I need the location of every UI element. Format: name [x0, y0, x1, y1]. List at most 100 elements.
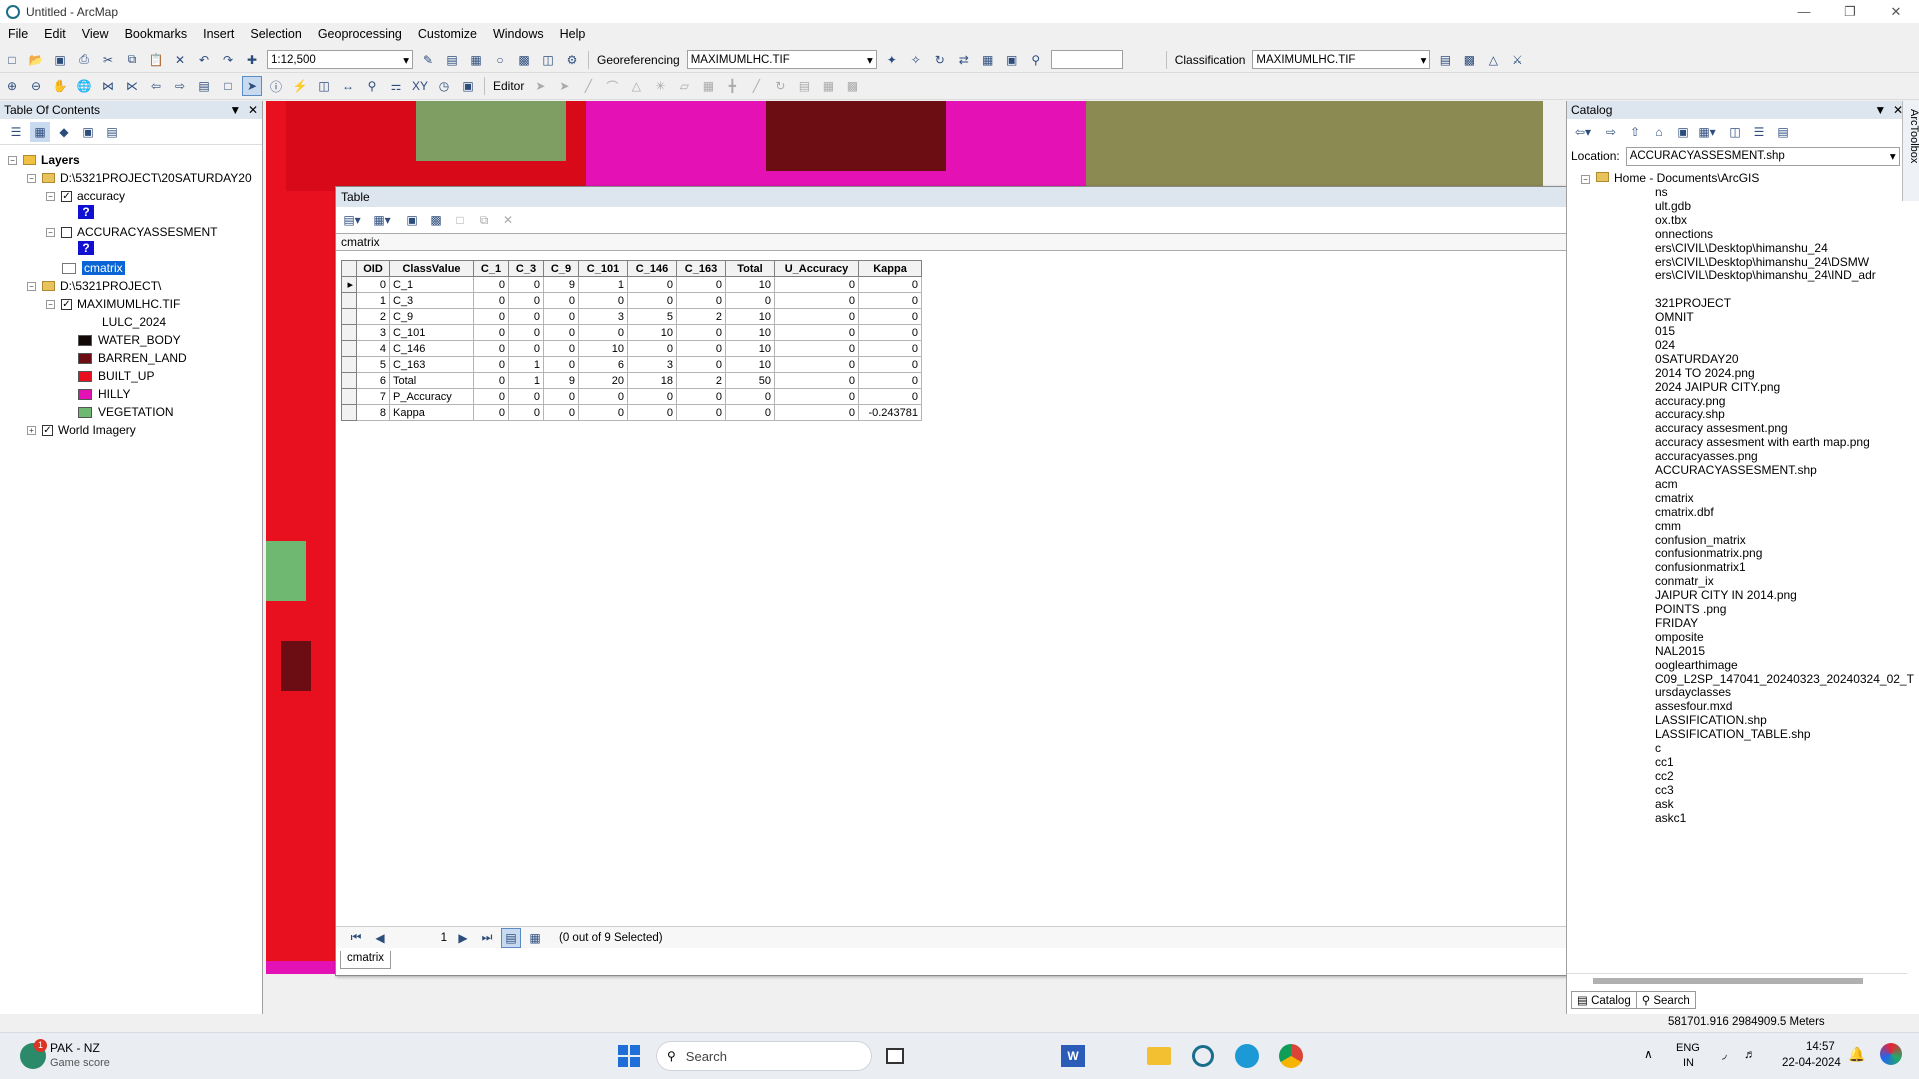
- table-row[interactable]: 7 P_Accuracy 0 0 0 0 0 0 0 0 0: [341, 388, 922, 405]
- delete-icon[interactable]: ✕: [170, 50, 190, 70]
- table-cell[interactable]: 1: [578, 276, 628, 293]
- table-cell[interactable]: C_9: [389, 308, 474, 325]
- table-cell[interactable]: 20: [578, 372, 628, 389]
- table-cell[interactable]: 10: [725, 340, 775, 357]
- options-icon[interactable]: ▤: [1773, 122, 1793, 142]
- table-cell[interactable]: C_3: [389, 292, 474, 309]
- table-cell[interactable]: 0: [508, 324, 544, 341]
- notification-bell-icon[interactable]: 🔔: [1848, 1046, 1865, 1063]
- catalog-item[interactable]: assesfour.mxd: [1655, 699, 1732, 713]
- menu-selection[interactable]: Selection: [242, 27, 309, 41]
- table-cmatrix[interactable]: cmatrix: [62, 261, 125, 275]
- new-icon[interactable]: □: [2, 50, 22, 70]
- catalog-item[interactable]: ox.tbx: [1655, 213, 1687, 227]
- table-cell[interactable]: 0: [543, 388, 579, 405]
- table-cell[interactable]: 0: [858, 276, 922, 293]
- list-by-source-icon[interactable]: ▦: [30, 121, 50, 142]
- visibility-checkbox[interactable]: ✓: [42, 424, 53, 436]
- table-cell[interactable]: 0: [356, 276, 390, 293]
- menu-edit[interactable]: Edit: [36, 27, 74, 41]
- menu-help[interactable]: Help: [552, 27, 594, 41]
- task-view-icon[interactable]: [880, 1041, 910, 1071]
- table-cell[interactable]: 0: [858, 292, 922, 309]
- volume-icon[interactable]: ♬: [1744, 1047, 1756, 1061]
- catalog-item[interactable]: acm: [1655, 477, 1678, 491]
- catalog-item[interactable]: ers\CIVIL\Desktop\himanshu_24: [1655, 241, 1828, 255]
- zoom-link-icon[interactable]: ⚲: [1026, 50, 1046, 70]
- catalog-item[interactable]: 2014 TO 2024.png: [1655, 366, 1755, 380]
- table-cell[interactable]: 0: [473, 308, 509, 325]
- new-folder-icon[interactable]: ◫: [1725, 122, 1745, 142]
- catalog-item[interactable]: ACCURACYASSESMENT.shp: [1655, 463, 1817, 477]
- pan-icon[interactable]: ✋: [50, 76, 70, 96]
- viewer-icon[interactable]: ▣: [1002, 50, 1022, 70]
- table-cell[interactable]: 0: [725, 292, 775, 309]
- back-extent-icon[interactable]: ⇦: [146, 76, 166, 96]
- table-cell[interactable]: 0: [473, 292, 509, 309]
- html-popup-icon[interactable]: ◫: [314, 76, 334, 96]
- table-bottom-tab[interactable]: cmatrix: [340, 951, 392, 969]
- find-route-icon[interactable]: ⚎: [386, 76, 406, 96]
- table-cell[interactable]: 0: [473, 340, 509, 357]
- tab-catalog[interactable]: ▤ Catalog: [1571, 991, 1637, 1009]
- catalog-item[interactable]: ask: [1655, 797, 1674, 811]
- hyperlink-icon[interactable]: ⚡: [290, 76, 310, 96]
- table-row[interactable]: 2 C_9 0 0 0 3 5 2 10 0 0: [341, 308, 922, 325]
- table-cell[interactable]: 0: [627, 276, 677, 293]
- table-cell[interactable]: 0: [676, 276, 726, 293]
- visibility-checkbox[interactable]: ✓: [61, 190, 72, 202]
- catalog-item[interactable]: JAIPUR CITY IN 2014.png: [1655, 588, 1797, 602]
- table-cell[interactable]: 0: [774, 388, 859, 405]
- table-cell[interactable]: 0: [578, 388, 628, 405]
- shift-icon[interactable]: ⇄: [954, 50, 974, 70]
- zoom-in-icon[interactable]: ⊕: [2, 76, 22, 96]
- collapse-icon[interactable]: −: [1581, 175, 1590, 184]
- fixed-zoom-in-icon[interactable]: ⋈: [98, 76, 118, 96]
- edit-vertices-icon[interactable]: ▱: [674, 76, 694, 96]
- table-cell[interactable]: 7: [356, 388, 390, 405]
- redo-icon[interactable]: ↷: [218, 50, 238, 70]
- classification-menu[interactable]: Classification: [1175, 53, 1246, 67]
- table-cell[interactable]: 0: [774, 340, 859, 357]
- attributes-icon[interactable]: ▤: [794, 76, 814, 96]
- catalog-item[interactable]: onnections: [1655, 227, 1713, 241]
- row-selector[interactable]: [341, 340, 357, 357]
- undo-icon[interactable]: ↶: [194, 50, 214, 70]
- menu-customize[interactable]: Customize: [410, 27, 485, 41]
- column-header[interactable]: OID: [356, 260, 390, 277]
- table-cell[interactable]: C_146: [389, 340, 474, 357]
- layer-accuracyassesment[interactable]: − ACCURACYASSESMENT: [46, 225, 217, 239]
- table-cell[interactable]: 8: [356, 404, 390, 421]
- table-cell[interactable]: 9: [543, 276, 579, 293]
- editor-toolbar-icon[interactable]: ✎: [418, 50, 438, 70]
- catalog-item[interactable]: accuracy.shp: [1655, 407, 1725, 421]
- options-icon[interactable]: ▤: [102, 122, 122, 142]
- chrome-icon[interactable]: [1276, 1041, 1306, 1071]
- table-cell[interactable]: 0: [858, 340, 922, 357]
- table-cell[interactable]: 10: [627, 324, 677, 341]
- column-header[interactable]: Kappa: [858, 260, 922, 277]
- table-cell[interactable]: 0: [543, 340, 579, 357]
- catalog-item[interactable]: ers\CIVIL\Desktop\himanshu_24\DSMW: [1655, 255, 1869, 269]
- up-level-icon[interactable]: ⇧: [1625, 122, 1645, 142]
- catalog-item[interactable]: ns: [1655, 185, 1668, 199]
- catalog-item[interactable]: NAL2015: [1655, 644, 1705, 658]
- minimize-icon[interactable]: —: [1781, 0, 1827, 23]
- word-icon[interactable]: W: [1058, 1041, 1088, 1071]
- georeferencing-menu[interactable]: Georeferencing: [597, 53, 680, 67]
- toc-window-icon[interactable]: ▤: [442, 50, 462, 70]
- layer-world-imagery[interactable]: + ✓ World Imagery: [27, 423, 136, 437]
- cut-icon[interactable]: ✂: [98, 50, 118, 70]
- rotation-input[interactable]: [1050, 50, 1123, 69]
- table-cell[interactable]: 0: [508, 388, 544, 405]
- first-record-icon[interactable]: ⏮: [346, 928, 366, 948]
- cut-polygons-icon[interactable]: ╋: [722, 76, 742, 96]
- table-cell[interactable]: P_Accuracy: [389, 388, 474, 405]
- catalog-item[interactable]: 321PROJECT: [1655, 296, 1731, 310]
- wifi-icon[interactable]: ◞: [1722, 1047, 1727, 1061]
- list-by-selection-icon[interactable]: ▣: [78, 122, 98, 142]
- current-page-input[interactable]: 1: [392, 932, 447, 944]
- table-cell[interactable]: 0: [543, 324, 579, 341]
- row-selector[interactable]: [341, 388, 357, 405]
- catalog-item[interactable]: FRIDAY: [1655, 616, 1698, 630]
